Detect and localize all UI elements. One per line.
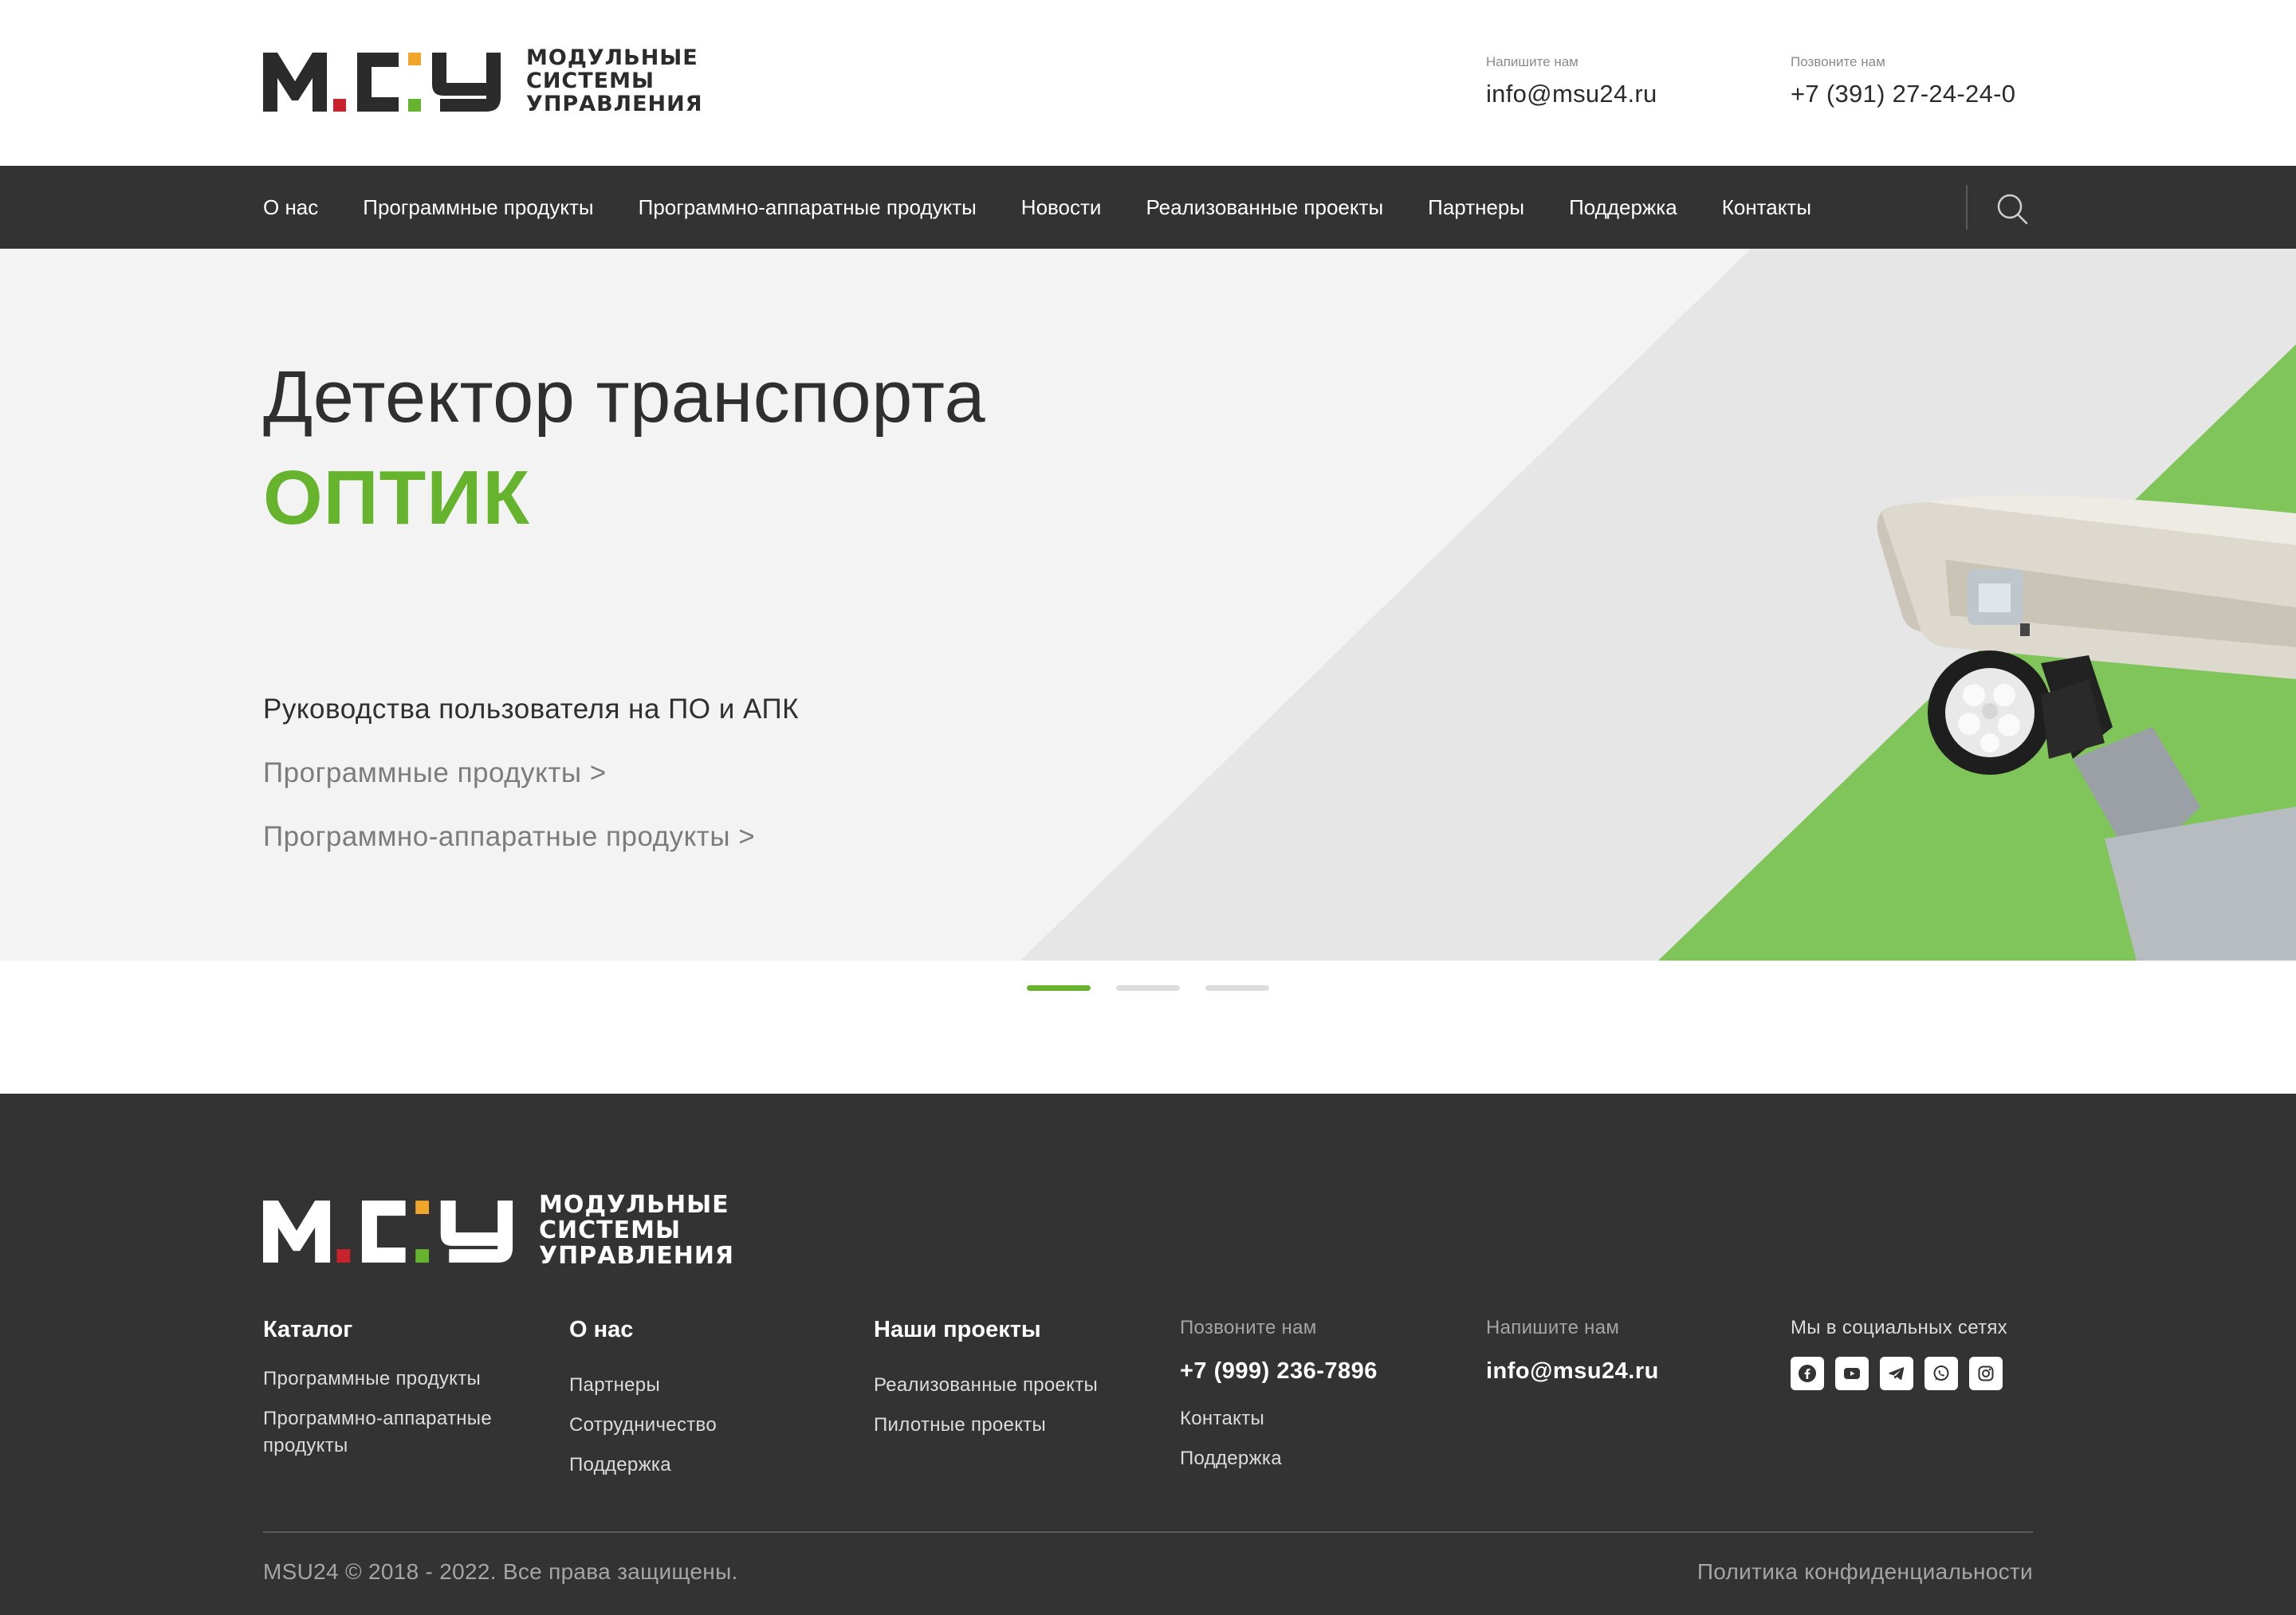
nav-divider [1966, 185, 1968, 230]
footer-write-column: Напишите нам info@msu24.ru [1486, 1317, 1659, 1405]
footer-call-label: Позвоните нам [1180, 1317, 1317, 1338]
email-label: Напишите нам [1486, 54, 1578, 69]
logo-mark-icon [263, 52, 501, 112]
hero-accent-title: ОПТИК [263, 455, 530, 540]
footer-projects-column: Наши проекты Реализованные проекты Пилот… [874, 1317, 1098, 1452]
instagram-icon[interactable] [1969, 1357, 2003, 1390]
footer-logo[interactable]: МОДУЛЬНЫЕ СИСТЕМЫ УПРАВЛЕНИЯ [263, 1193, 734, 1269]
logo[interactable]: МОДУЛЬНЫЕ СИСТЕМЫ УПРАВЛЕНИЯ [263, 46, 703, 116]
nav-item-about[interactable]: О нас [263, 195, 318, 220]
hero-subtitle: Руководства пользователя на ПО и АПК [263, 694, 800, 725]
nav-item-support[interactable]: Поддержка [1569, 195, 1677, 220]
nav-item-software[interactable]: Программные продукты [363, 195, 593, 220]
logo-mark-icon [263, 1200, 513, 1263]
footer-link-pilot-projects[interactable]: Пилотные проекты [874, 1412, 1098, 1439]
telegram-icon[interactable] [1880, 1357, 1913, 1390]
footer-phone-link[interactable]: +7 (999) 236-7896 [1180, 1358, 1378, 1385]
search-icon[interactable] [1996, 193, 2028, 225]
logo-line: СИСТЕМЫ [539, 1216, 682, 1244]
footer-call-column: Позвоните нам +7 (999) 236-7896 Контакты… [1180, 1317, 1378, 1485]
main-nav: О нас Программные продукты Программно-ап… [0, 166, 2296, 249]
footer-email-link[interactable]: info@msu24.ru [1486, 1358, 1659, 1385]
slider-dot-2[interactable] [1116, 985, 1180, 991]
footer-link-contacts[interactable]: Контакты [1180, 1405, 1378, 1432]
footer-link-partners[interactable]: Партнеры [569, 1372, 717, 1399]
hero-title: Детектор транспорта [263, 356, 986, 438]
footer-projects-heading: Наши проекты [874, 1317, 1041, 1342]
footer-write-label: Напишите нам [1486, 1317, 1620, 1338]
logo-text: МОДУЛЬНЫЕ СИСТЕМЫ УПРАВЛЕНИЯ [526, 46, 703, 116]
copyright-text: MSU24 © 2018 - 2022. Все права защищены. [263, 1559, 738, 1584]
footer-link-support-2[interactable]: Поддержка [1180, 1445, 1378, 1472]
hero-link-software[interactable]: Программные продукты > [263, 757, 607, 789]
footer-link-software[interactable]: Программные продукты [263, 1365, 518, 1393]
logo-text: МОДУЛЬНЫЕ СИСТЕМЫ УПРАВЛЕНИЯ [539, 1193, 734, 1269]
nav-item-news[interactable]: Новости [1021, 195, 1102, 220]
nav-item-contacts[interactable]: Контакты [1722, 195, 1811, 220]
header-email-block: Напишите нам info@msu24.ru [1486, 54, 1657, 108]
footer-social-column: Мы в социальных сетях [1791, 1317, 2014, 1390]
nav-item-projects[interactable]: Реализованные проекты [1146, 195, 1383, 220]
logo-line: УПРАВЛЕНИЯ [526, 92, 703, 116]
footer-catalog-column: Каталог Программные продукты Программно-… [263, 1317, 518, 1472]
slider-pagination [1027, 985, 1295, 991]
phone-label: Позвоните нам [1791, 54, 1885, 69]
nav-menu: О нас Программные продукты Программно-ап… [263, 166, 1856, 249]
footer-link-hardware[interactable]: Программно-аппаратные продукты [263, 1405, 518, 1460]
hero-link-hardware[interactable]: Программно-аппаратные продукты > [263, 821, 755, 853]
site-header: МОДУЛЬНЫЕ СИСТЕМЫ УПРАВЛЕНИЯ Напишите на… [0, 0, 2296, 166]
footer-link-realized-projects[interactable]: Реализованные проекты [874, 1372, 1098, 1399]
footer-link-cooperation[interactable]: Сотрудничество [569, 1412, 717, 1439]
phone-link[interactable]: +7 (391) 27-24-24-0 [1791, 80, 2015, 108]
nav-item-partners[interactable]: Партнеры [1428, 195, 1524, 220]
whatsapp-icon[interactable] [1924, 1357, 1958, 1390]
footer-link-support[interactable]: Поддержка [569, 1452, 717, 1479]
nav-item-hardware[interactable]: Программно-аппаратные продукты [639, 195, 977, 220]
hero-banner: Детектор транспорта ОПТИК Руководства по… [0, 249, 2296, 961]
header-phone-block: Позвоните нам +7 (391) 27-24-24-0 [1791, 54, 2015, 108]
footer-about-column: О нас Партнеры Сотрудничество Поддержка [569, 1317, 717, 1491]
slider-dot-1[interactable] [1027, 985, 1091, 991]
logo-line: УПРАВЛЕНИЯ [539, 1242, 735, 1270]
slider-dot-3[interactable] [1205, 985, 1269, 991]
social-icons [1791, 1357, 2014, 1390]
facebook-icon[interactable] [1791, 1357, 1824, 1390]
footer-social-label: Мы в социальных сетях [1791, 1317, 2007, 1338]
privacy-policy-link[interactable]: Политика конфиденциальности [1697, 1559, 2033, 1585]
logo-line: СИСТЕМЫ [526, 69, 655, 93]
footer-about-heading: О нас [569, 1317, 634, 1342]
email-link[interactable]: info@msu24.ru [1486, 80, 1657, 108]
logo-line: МОДУЛЬНЫЕ [539, 1191, 729, 1219]
footer-catalog-heading: Каталог [263, 1317, 353, 1342]
youtube-icon[interactable] [1835, 1357, 1869, 1390]
footer-divider [263, 1531, 2033, 1533]
logo-line: МОДУЛЬНЫЕ [526, 45, 698, 70]
